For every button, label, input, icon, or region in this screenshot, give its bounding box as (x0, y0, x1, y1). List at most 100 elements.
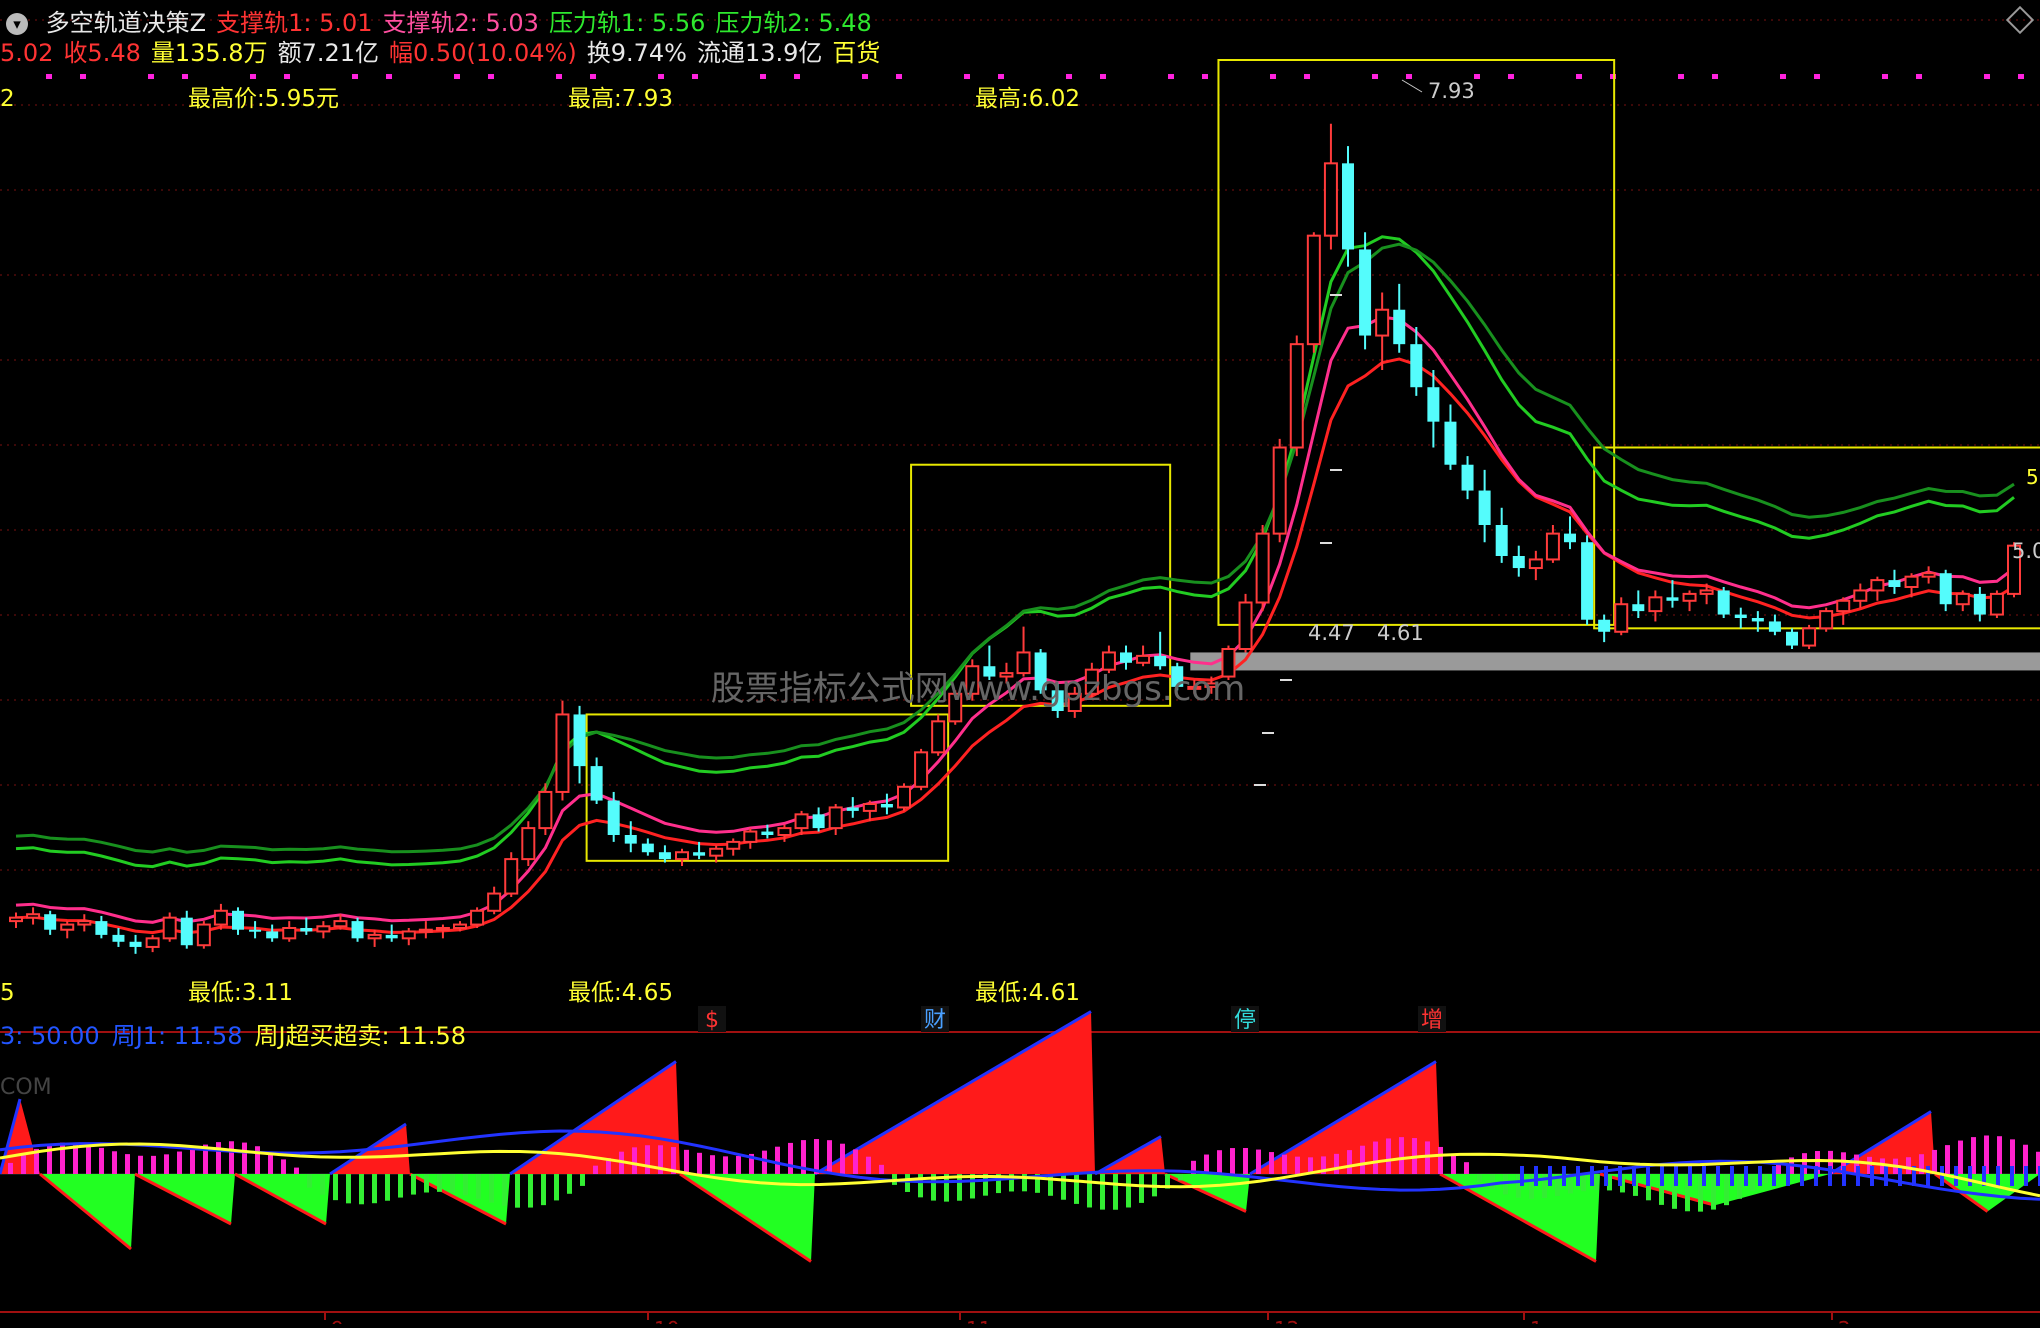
candle-body (435, 927, 450, 931)
candle-body (418, 928, 433, 933)
header-quote-6: 流通13.9亿 (696, 39, 823, 67)
candle-body (1973, 593, 1986, 615)
header-line-1: ▾ 多空轨道决策Z 支撑轨1: 5.01 支撑轨2: 5.03 压力轨1: 5.56 压… (0, 8, 892, 38)
header-quote-0: 5.02 (0, 39, 54, 67)
osc-blue-bar (1758, 1166, 1762, 1186)
candle-body (1238, 601, 1253, 650)
candle-body (1836, 599, 1851, 613)
osc-bar (385, 1174, 390, 1201)
header-indicator-2: 支撑轨2: 5.03 (382, 9, 539, 37)
x-tick-label: 11 (966, 1317, 991, 1324)
candle-body (26, 913, 41, 919)
osc-bar (1451, 1154, 1456, 1174)
osc-blue-bar (1786, 1166, 1790, 1186)
osc-bar (1139, 1174, 1144, 1203)
candle-body (607, 800, 620, 835)
osc-blue-bar (1548, 1166, 1552, 1186)
osc-blue-bar (1604, 1166, 1608, 1186)
candle-body (1614, 603, 1629, 633)
candle-body (777, 827, 792, 836)
osc-bar (1945, 1145, 1950, 1174)
osc-bar (1113, 1174, 1118, 1210)
osc-bar (1386, 1138, 1391, 1174)
osc-bar (1126, 1174, 1131, 1208)
osc-bar (1256, 1149, 1261, 1174)
menu-chevron-icon[interactable]: ▾ (6, 13, 28, 35)
osc-bar (554, 1174, 559, 1201)
osc-bar (125, 1154, 130, 1174)
candle-body (624, 835, 637, 844)
candle-body (162, 916, 177, 940)
candle-body (453, 923, 467, 929)
osc-bar (1724, 1174, 1729, 1206)
osc-blue-bar (2010, 1166, 2014, 1186)
candle-body (129, 941, 142, 947)
osc-bar (1490, 1174, 1495, 1190)
osc-blue-bar (1800, 1166, 1804, 1186)
candle-body (1699, 589, 1714, 595)
osc-blue-bar (1534, 1166, 1538, 1186)
candle-body (1512, 556, 1525, 569)
candle-body (1375, 308, 1390, 337)
candle-body (931, 720, 946, 754)
candle-body (316, 925, 331, 933)
candle-body (385, 934, 398, 939)
osc-bar (1425, 1141, 1430, 1174)
osc-bar (99, 1147, 104, 1174)
osc-bar (502, 1174, 507, 1206)
osc-bar (697, 1152, 702, 1174)
candle-body (1444, 421, 1457, 465)
osc-bar (450, 1174, 455, 1193)
sub-watermark: COM (0, 1075, 52, 1100)
osc-bar (736, 1155, 741, 1174)
candle-body (846, 807, 859, 811)
osc-bar (333, 1174, 338, 1201)
osc-bar (1100, 1174, 1105, 1210)
candle-body (573, 714, 586, 767)
osc-bar (528, 1174, 533, 1208)
candle-body (1427, 387, 1440, 422)
osc-blue-bar (1926, 1166, 1930, 1186)
osc-bar (1906, 1157, 1911, 1174)
osc-bar (515, 1174, 520, 1208)
candle-body (675, 851, 689, 861)
osc-bar (1711, 1174, 1716, 1210)
osc-bar (489, 1174, 494, 1203)
osc-bar (1347, 1150, 1352, 1174)
osc-bar (541, 1174, 546, 1206)
candle-body (1272, 446, 1287, 535)
header-quote-2: 量135.8万 (150, 39, 268, 67)
header-quote-7: 百货 (832, 39, 881, 67)
candle-body (1751, 618, 1764, 622)
candle-body (1154, 655, 1167, 667)
header-indicator-4: 压力轨2: 5.48 (715, 9, 872, 37)
candle-body (1410, 344, 1423, 388)
candle-body (1904, 575, 1919, 589)
osc-bar (879, 1164, 884, 1174)
osc-blue-bar (1702, 1166, 1706, 1186)
candle-body (145, 937, 160, 948)
osc-bar (710, 1155, 715, 1174)
candle-body (367, 933, 382, 940)
osc-bar (1763, 1174, 1768, 1184)
header-line-2: 5.02 收5.48 量135.8万 额7.21亿 幅0.50(10.04%) 换9.74… (0, 38, 900, 68)
osc-bar (905, 1174, 910, 1192)
diamond-icon[interactable] (2005, 5, 2035, 35)
kline-chart: 2 最高价:5.95元 最高:7.93 最高:6.025 最低:3.11 最低:4.65 最… (0, 19, 2040, 1328)
osc-bar (138, 1155, 143, 1174)
candle-body (1120, 652, 1132, 663)
watermark-text: 股票指标公式网www.gpzbgs.com (711, 669, 1245, 709)
candle-body (709, 847, 724, 857)
candle-body (401, 930, 416, 940)
candle-body (1734, 614, 1747, 618)
candle-body (794, 813, 809, 830)
candle-body (1136, 654, 1151, 664)
osc-bar (1282, 1154, 1287, 1174)
osc-blue-bar (1884, 1166, 1888, 1186)
candle-body (590, 766, 603, 801)
candle-body (44, 914, 57, 930)
candle-body (880, 804, 893, 808)
candle-body (1666, 597, 1679, 601)
sub-indicator-1: 周J1: 11.58 (111, 1022, 243, 1050)
osc-bar (1243, 1147, 1248, 1174)
